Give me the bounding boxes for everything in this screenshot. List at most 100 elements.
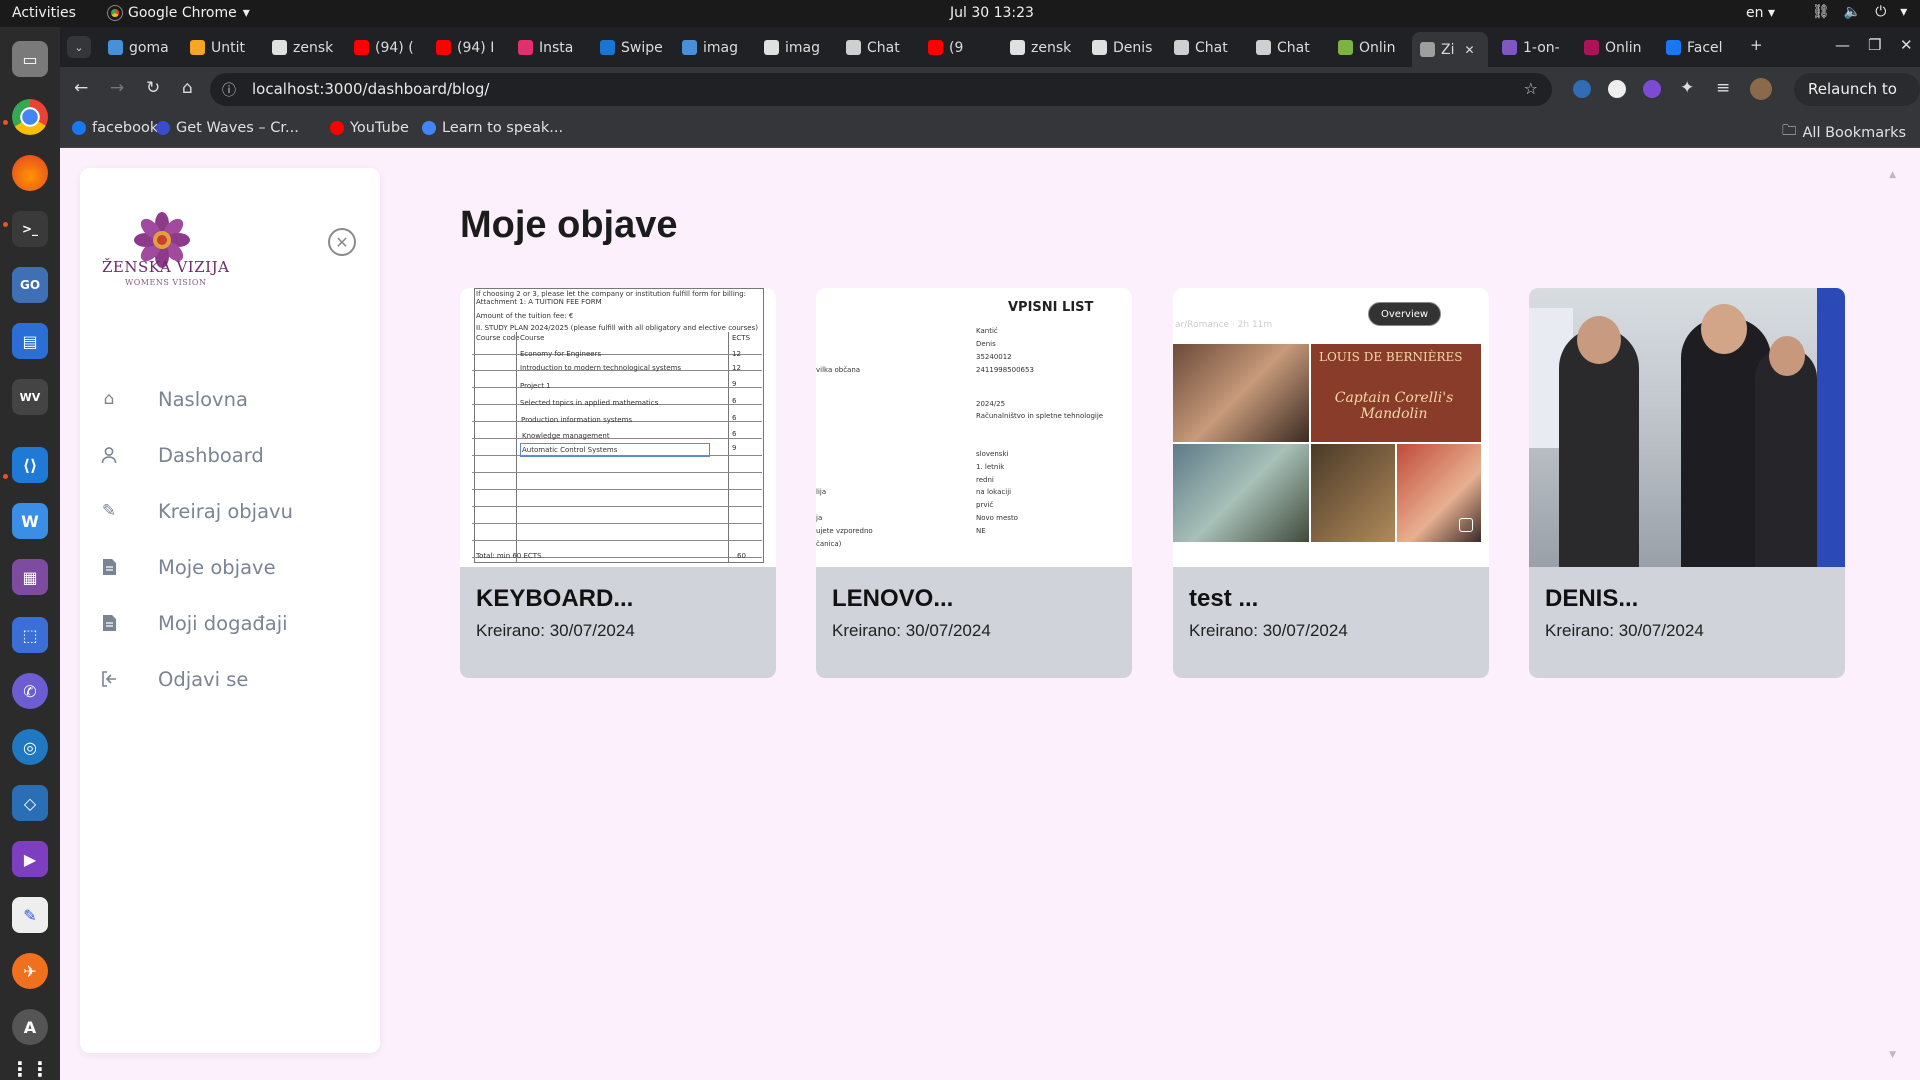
card-title[interactable]: test ... (1189, 585, 1258, 613)
card-title[interactable]: DENIS... (1545, 585, 1638, 613)
url-text[interactable]: localhost:3000/dashboard/blog/ (252, 80, 489, 98)
minimize-button[interactable]: — (1835, 36, 1850, 54)
chrome-icon[interactable] (12, 99, 48, 135)
media-control-icon[interactable]: ≡ (1716, 78, 1730, 98)
show-apps-icon[interactable]: ⋮⋮ (10, 1051, 50, 1080)
terminal-icon[interactable]: >_ (12, 211, 48, 247)
activities-button[interactable]: Activities (12, 5, 76, 21)
files-icon[interactable]: ▭ (12, 41, 48, 77)
sidebar: ŽENSKA VIZIJA WOMENS VISION ✕ ⌂ Naslovna… (80, 168, 380, 1053)
tab[interactable]: zensk (264, 34, 342, 61)
nav-item-moje-objave[interactable]: Moje objave (98, 550, 348, 584)
app-menu[interactable]: Google Chrome ▾ (107, 5, 250, 21)
tab[interactable]: 1-on- (1494, 34, 1572, 61)
vim-icon[interactable]: WV (12, 379, 48, 415)
scroll-up-arrow[interactable]: ▲ (1889, 170, 1896, 180)
all-bookmarks-button[interactable]: 🗀 All Bookmarks (1782, 120, 1906, 145)
tab[interactable]: (94) I (428, 34, 506, 61)
word-icon[interactable]: W (12, 503, 48, 539)
tab-favicon-icon (1338, 40, 1353, 55)
nav-item-odjavi-se[interactable]: Odjavi se (98, 662, 348, 696)
course-name: Production information systems (521, 416, 633, 424)
virtualbox-icon[interactable]: ◇ (12, 785, 48, 821)
tab-favicon-icon (272, 40, 287, 55)
tab[interactable]: Chat (838, 34, 916, 61)
text-editor-icon[interactable]: ✎ (12, 897, 48, 933)
restore-button[interactable]: ❐ (1868, 36, 1881, 54)
tab[interactable]: (9 (920, 34, 998, 61)
site-info-icon[interactable]: ⓘ (222, 80, 236, 100)
system-tray[interactable]: ⛓ 🔈 ⏻ ▾ (1812, 4, 1907, 20)
bookmark-item[interactable]: Learn to speak... (422, 120, 563, 136)
extension-icon[interactable] (1608, 80, 1626, 98)
page: ŽENSKA VIZIJA WOMENS VISION ✕ ⌂ Naslovna… (60, 148, 1920, 1080)
bookmark-star-icon[interactable]: ☆ (1524, 79, 1538, 98)
tab[interactable]: Chat (1248, 34, 1326, 61)
extensions-puzzle-icon[interactable]: ✦ (1680, 78, 1694, 98)
tab[interactable]: Onlin (1576, 34, 1654, 61)
blog-card[interactable]: VPISNI LIST Kantić Denis 35240012 241199… (816, 288, 1132, 678)
home-icon[interactable]: ⌂ (182, 78, 193, 98)
new-tab-button[interactable]: + (1750, 36, 1763, 54)
tab[interactable]: Onlin (1330, 34, 1408, 61)
profile-avatar[interactable] (1750, 78, 1772, 100)
nav-item-dashboard[interactable]: Dashboard (98, 438, 348, 472)
logout-icon (98, 670, 120, 688)
goland-icon[interactable]: GO (12, 267, 48, 303)
back-icon[interactable]: ← (74, 78, 88, 98)
viber-icon[interactable]: ✆ (12, 673, 48, 709)
tab[interactable]: Swipe (592, 34, 670, 61)
language-indicator[interactable]: en ▾ (1746, 5, 1775, 21)
close-window-button[interactable]: ✕ (1900, 36, 1913, 54)
tab[interactable]: Facel (1658, 34, 1736, 61)
tab[interactable]: zensk (1002, 34, 1080, 61)
steam-icon[interactable]: ◎ (12, 729, 48, 765)
media-player-icon[interactable]: ▶ (12, 841, 48, 877)
blog-card[interactable]: DENIS... Kreirano: 30/07/2024 (1529, 288, 1845, 678)
card-title[interactable]: KEYBOARD... (476, 585, 633, 613)
table-rule (472, 477, 762, 490)
clock[interactable]: Jul 30 13:23 (950, 5, 1034, 21)
video-editor-icon[interactable]: ▦ (12, 559, 48, 595)
bookmark-item[interactable]: Get Waves – Cr... (156, 120, 299, 136)
firefox-icon[interactable] (12, 155, 48, 191)
software-center-icon[interactable]: A (12, 1009, 48, 1045)
relaunch-to-update-button[interactable]: Relaunch to update ⋮ (1794, 73, 1920, 131)
vscode-icon[interactable]: ⟨⟩ (12, 447, 48, 483)
close-sidebar-button[interactable]: ✕ (328, 228, 356, 256)
reload-icon[interactable]: ↻ (146, 78, 160, 98)
close-tab-icon[interactable]: ✕ (1464, 43, 1474, 57)
form-label: lija (816, 488, 827, 496)
bookmark-item[interactable]: facebook (72, 120, 158, 136)
form-label: ja (816, 514, 823, 522)
nav-label: Odjavi se (158, 667, 249, 691)
tab[interactable]: Untit (182, 34, 260, 61)
tab-search-button[interactable]: ⌄ (67, 36, 91, 58)
nav-item-naslovna[interactable]: ⌂ Naslovna (98, 382, 348, 416)
screenshot-icon[interactable]: ⬚ (12, 617, 48, 653)
extension-icon[interactable] (1573, 80, 1591, 98)
postman-icon[interactable]: ✈ (12, 953, 48, 989)
extension-icon[interactable] (1643, 80, 1661, 98)
tab[interactable]: Denis (1084, 34, 1162, 61)
tab[interactable]: (94) ( (346, 34, 424, 61)
tab[interactable]: imag (756, 34, 834, 61)
tab[interactable]: imag (674, 34, 752, 61)
bookmark-item[interactable]: YouTube (330, 120, 409, 136)
card-title[interactable]: LENOVO... (832, 585, 953, 613)
tab[interactable]: Chat (1166, 34, 1244, 61)
writer-icon[interactable]: ▤ (12, 323, 48, 359)
blog-card[interactable]: If choosing 2 or 3, please let the compa… (460, 288, 776, 678)
tab[interactable]: Insta (510, 34, 588, 61)
tab[interactable]: goma (100, 34, 178, 61)
nav-item-moji-dogadaji[interactable]: Moji događaji (98, 606, 348, 640)
forward-icon[interactable]: → (110, 78, 124, 98)
nav-item-kreiraj-objavu[interactable]: ✎ Kreiraj objavu (98, 494, 348, 528)
movie-still (1311, 444, 1395, 542)
tab-favicon-icon (1174, 40, 1189, 55)
course-name: Project 1 (520, 382, 551, 390)
scroll-down-arrow[interactable]: ▼ (1889, 1050, 1896, 1060)
address-bar[interactable]: ⓘ localhost:3000/dashboard/blog/ ☆ (210, 73, 1552, 106)
tab-active[interactable]: Zi ✕ (1412, 32, 1488, 67)
blog-card[interactable]: tain Corelli's Mandolin ar/Romance · 2h … (1173, 288, 1489, 678)
